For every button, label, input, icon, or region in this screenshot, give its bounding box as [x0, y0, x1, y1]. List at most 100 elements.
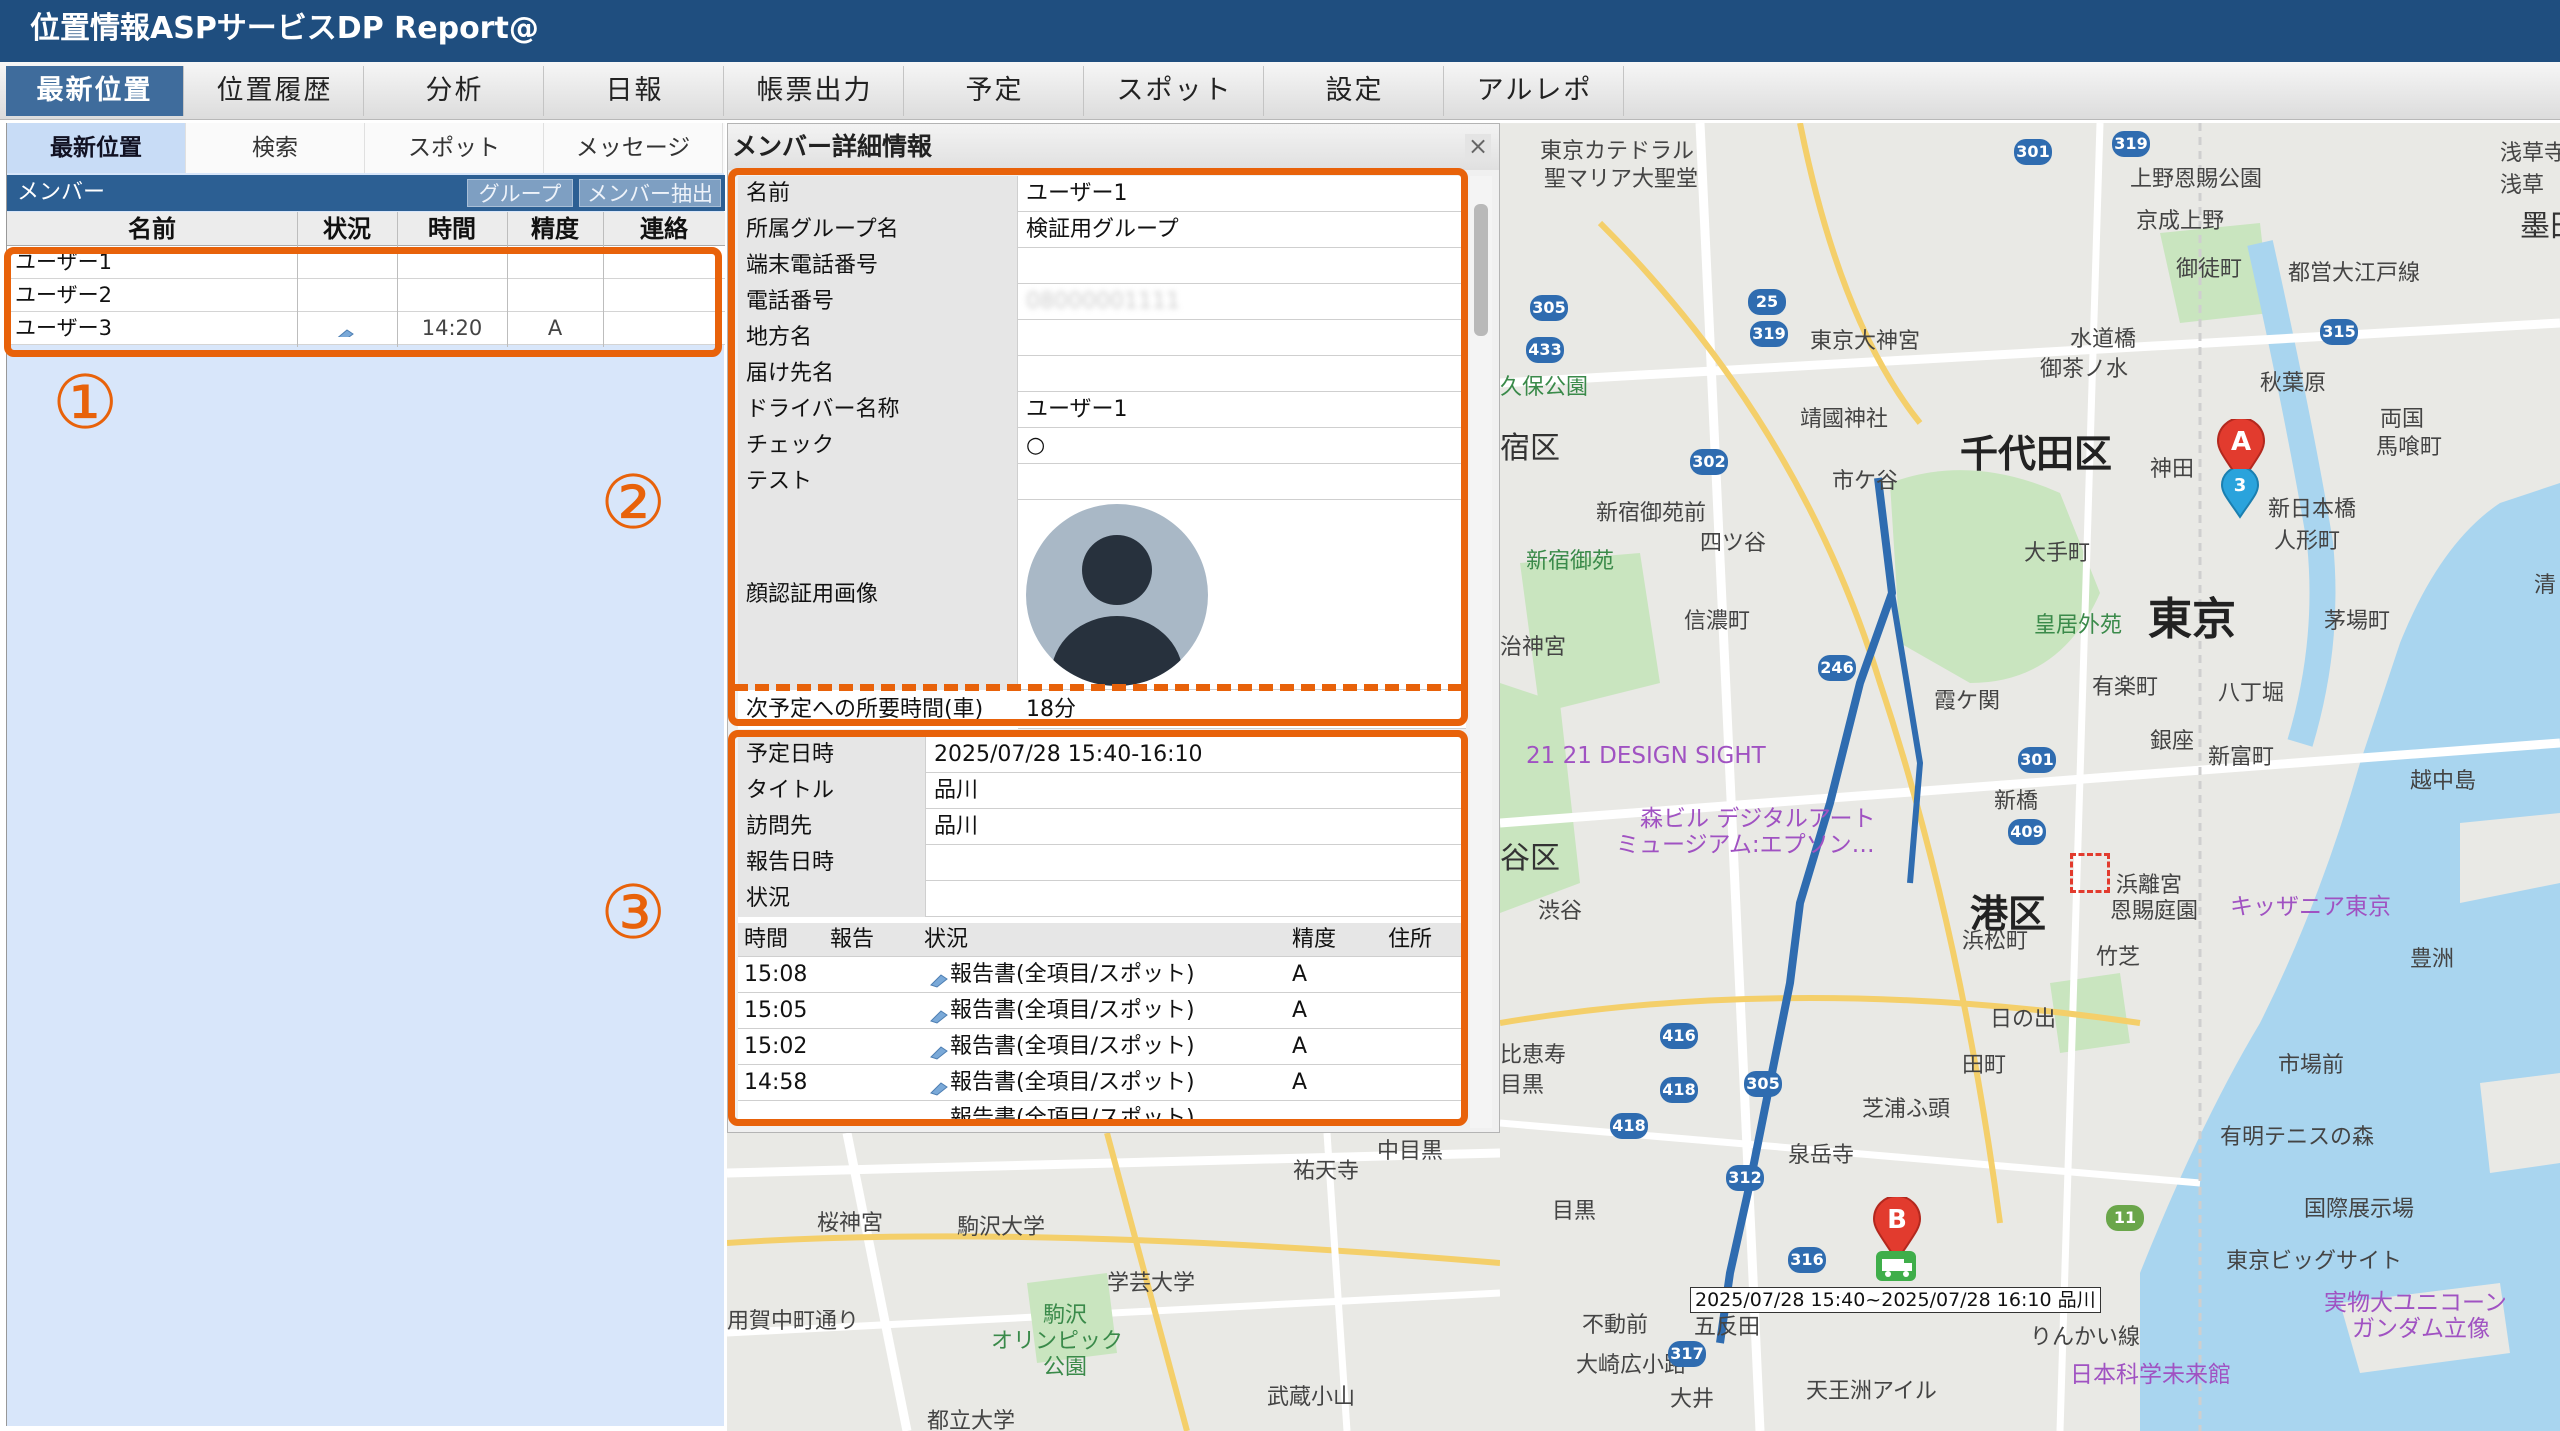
map-label-hinode: 日の出 — [1990, 1007, 2057, 1032]
map-label-shinjuku-ward: 宿区 — [1500, 431, 1560, 466]
map-label-komazawa: 駒沢大学 — [957, 1215, 1046, 1240]
map-label-otemachi: 大手町 — [2024, 541, 2091, 566]
tab-spot[interactable]: スポット — [1086, 66, 1264, 116]
tab-settings[interactable]: 設定 — [1266, 66, 1444, 116]
map-label-rinkai: りんかい線 — [2030, 1325, 2141, 1350]
map-label-yasukuni: 靖國神社 — [1800, 407, 1889, 432]
map-view[interactable]: 千代田区 東京 港区 宿区 谷区 上野恩賜公園 浅草寺 浅草 墨田 京成上野 御… — [1500, 123, 2560, 1431]
scroll-thumb[interactable] — [1474, 204, 1488, 336]
map-label-design-sight: 21 21 DESIGN SIGHT — [1526, 743, 1766, 769]
column-header-accuracy[interactable]: 精度 — [507, 212, 603, 246]
close-button[interactable]: × — [1465, 134, 1491, 160]
cluster-marker[interactable]: 3 — [2220, 466, 2260, 519]
map-label-musashi-koyama: 武蔵小山 — [1267, 1385, 1356, 1410]
annotation-1: ① — [52, 360, 119, 446]
subtab-latest-position[interactable]: 最新位置 — [7, 123, 186, 173]
route-badge: 418 — [1610, 1113, 1648, 1139]
route-badge: 433 — [1526, 337, 1564, 363]
route-badge: 317 — [1668, 1341, 1706, 1367]
map-label-ichigaya: 市ケ谷 — [1832, 469, 1899, 494]
map-label-sengakuji: 泉岳寺 — [1788, 1143, 1855, 1168]
map-label-gotanda: 五反田 — [1694, 1315, 1761, 1340]
subtab-search[interactable]: 検索 — [186, 123, 365, 173]
highlight-box-3 — [728, 730, 1468, 1126]
column-header-name[interactable]: 名前 — [7, 212, 297, 246]
map-label-shimbashi: 新橋 — [1994, 789, 2039, 814]
route-badge: 416 — [1660, 1023, 1698, 1049]
route-badge: 301 — [2018, 747, 2056, 773]
map-label-sakurashinmachi: 桜神宮 — [817, 1211, 884, 1236]
map-label-kidzania: キッザニア東京 — [2230, 894, 2391, 920]
tab-arurepo[interactable]: アルレポ — [1446, 66, 1624, 116]
route-badge: 11 — [2106, 1205, 2144, 1231]
map-label-shibuya-ward: 谷区 — [1500, 841, 1560, 876]
detail-title: メンバー詳細情報 — [732, 132, 933, 161]
map-label-oimachi: 大井 — [1670, 1387, 1715, 1412]
group-button[interactable]: グループ — [467, 179, 573, 207]
tab-latest-position[interactable]: 最新位置 — [6, 66, 184, 116]
tab-form-output[interactable]: 帳票出力 — [726, 66, 904, 116]
map-label-yutenji: 祐天寺 — [1293, 1159, 1360, 1184]
detail-scrollbar[interactable] — [1470, 176, 1492, 1128]
member-bar-label: メンバー — [17, 180, 106, 205]
detail-panel-title: メンバー詳細情報 — [728, 124, 1499, 170]
vehicle-icon[interactable] — [1876, 1251, 1916, 1281]
map-label-shijomae: 市場前 — [2278, 1053, 2345, 1078]
highlight-box-1 — [4, 247, 722, 357]
route-badge: 305 — [1744, 1071, 1782, 1097]
map-label-hamamatsucho: 浜松町 — [1962, 929, 2029, 954]
route-badge: 246 — [1818, 655, 1856, 681]
route-badge: 319 — [1750, 321, 1788, 347]
target-icon — [2070, 853, 2110, 893]
route-badge: 409 — [2008, 819, 2046, 845]
map-label-hamarikyu-2: 恩賜庭園 — [2110, 899, 2199, 924]
map-label-tokyo: 東京 — [2148, 594, 2236, 645]
member-bar: メンバー グループ メンバー抽出 — [7, 175, 725, 211]
map-label-meiji-jingu: 治神宮 — [1500, 635, 1567, 660]
subtab-message[interactable]: メッセージ — [544, 123, 723, 173]
cluster-count: 3 — [2233, 475, 2247, 496]
map-label-shinjuku-gyoen: 新宿御苑 — [1526, 549, 1615, 574]
route-badge: 319 — [2112, 131, 2150, 157]
map-label-meguro-area: 目黒 — [1500, 1073, 1545, 1098]
route-badge: 316 — [1788, 1247, 1826, 1273]
route-caption: 2025/07/28 15:40~2025/07/28 16:10 品川 — [1690, 1287, 2101, 1313]
subtab-spot[interactable]: スポット — [365, 123, 544, 173]
map-label-yotsuya: 四ツ谷 — [1700, 531, 1767, 556]
map-label-tennozu: 天王洲アイル — [1806, 1379, 1937, 1404]
map-view-lower[interactable]: 桜神宮 駒沢大学 学芸大学 駒沢 オリンピック 公園 祐天寺 中目黒 用賀中町通… — [727, 1133, 1500, 1431]
map-label-suidobashi: 水道橋 — [2070, 327, 2137, 352]
route-badge: 315 — [2320, 319, 2358, 345]
map-label-fudomae: 不動前 — [1582, 1313, 1649, 1338]
annotation-2: ② — [600, 460, 667, 546]
map-label-toritsu: 都立大学 — [927, 1409, 1016, 1431]
member-extract-button[interactable]: メンバー抽出 — [579, 179, 721, 207]
tab-daily-report[interactable]: 日報 — [546, 66, 724, 116]
tab-schedule[interactable]: 予定 — [906, 66, 1084, 116]
tab-position-history[interactable]: 位置履歴 — [186, 66, 364, 116]
route-badge: 312 — [1726, 1165, 1764, 1191]
map-label-ningyocho: 人形町 — [2274, 529, 2341, 554]
column-header-time[interactable]: 時間 — [397, 212, 507, 246]
map-label-meguro: 目黒 — [1552, 1199, 1597, 1224]
map-label-tokyo-daijingu: 東京大神宮 — [1810, 329, 1921, 354]
map-label-kayabacho: 茅場町 — [2324, 609, 2391, 634]
map-label-toei-oedo: 都営大江戸線 — [2288, 261, 2421, 286]
map-label-gakugei: 学芸大学 — [1107, 1271, 1196, 1296]
column-header-contact[interactable]: 連絡 — [603, 212, 725, 246]
map-base — [1500, 123, 2560, 1431]
tab-analysis[interactable]: 分析 — [366, 66, 544, 116]
marker-a-label: A — [2230, 427, 2252, 457]
map-label-asakusa: 浅草寺 — [2500, 141, 2560, 166]
map-label-ariake-tennis: 有明テニスの森 — [2220, 1125, 2375, 1150]
map-label-kiyosumi: 清 — [2534, 573, 2557, 598]
map-label-mori-museum-2: ミュージアム:エプソン… — [1616, 832, 1875, 858]
route-badge: 305 — [1530, 295, 1568, 321]
map-label-kokyo: 皇居外苑 — [2034, 613, 2123, 638]
route-badge: 302 — [1690, 449, 1728, 475]
map-label-shibuya: 渋谷 — [1538, 899, 1583, 924]
map-label-tamachi: 田町 — [1962, 1053, 2007, 1078]
column-header-status[interactable]: 状況 — [297, 212, 397, 246]
map-label-bakurocho: 馬喰町 — [2376, 435, 2443, 460]
annotation-3: ③ — [600, 870, 667, 956]
